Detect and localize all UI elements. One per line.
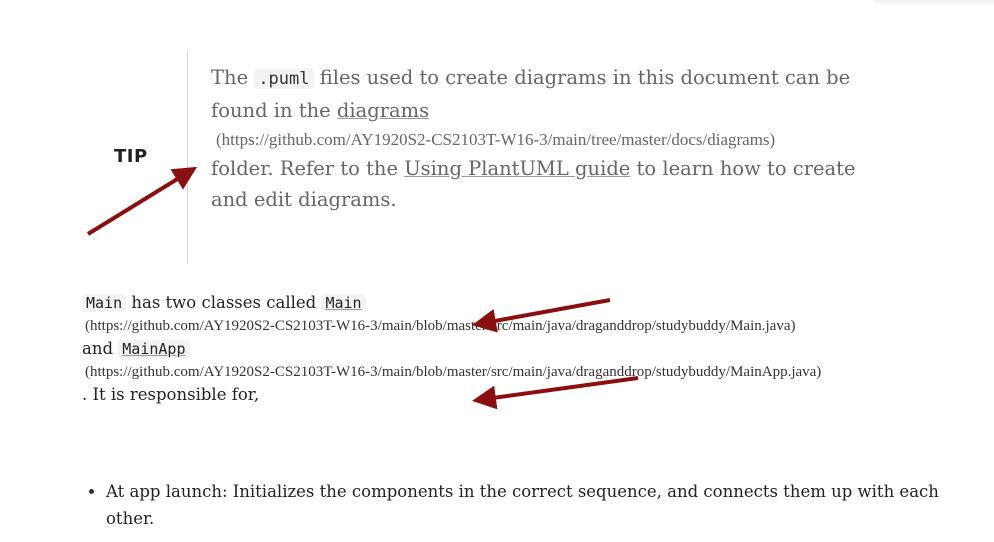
arrow-to-tip-url — [86, 166, 198, 236]
annotation-arrows — [86, 166, 639, 410]
arrow-to-main-url — [472, 298, 611, 333]
arrow-to-mainapp-url — [472, 376, 639, 410]
